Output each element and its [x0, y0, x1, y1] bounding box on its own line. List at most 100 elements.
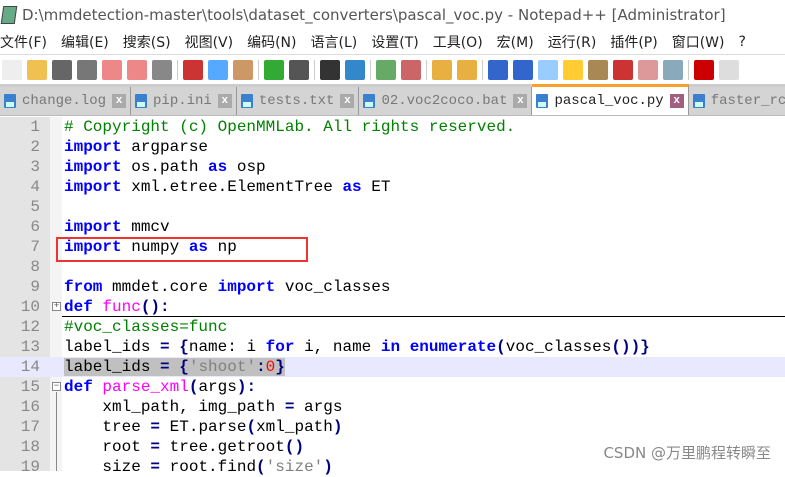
line-number: 9 [30, 278, 40, 296]
fold-collapse-icon[interactable]: − [52, 382, 61, 391]
tab-change-log[interactable]: change.log x [0, 87, 132, 115]
fold-expand-icon[interactable]: + [52, 302, 61, 311]
line-number: 12 [20, 318, 40, 336]
menu-item[interactable]: 视图(V) [185, 32, 234, 52]
save-disk-icon [536, 94, 549, 108]
toolbar-button-icon[interactable] [127, 59, 147, 80]
tab-pascal-voc-py[interactable]: pascal_voc.py x [532, 84, 689, 115]
line-number: 3 [30, 158, 40, 176]
close-tab-icon[interactable]: x [669, 94, 684, 108]
menu-item[interactable]: 设置(T) [371, 32, 418, 52]
code-line: 16 xml_path, img_path = args [0, 397, 785, 417]
toolbar-button-icon[interactable] [488, 59, 508, 80]
toolbar-button-icon[interactable] [183, 59, 203, 80]
code-text: from mmdet.core import voc_classes [64, 278, 391, 296]
toolbar-button-icon[interactable] [613, 59, 633, 80]
toolbar-button-icon[interactable] [513, 59, 533, 80]
tab-tests-txt[interactable]: tests.txt x [236, 87, 360, 115]
toolbar-separator [258, 59, 259, 80]
code-text: size = root.find('size') [64, 458, 333, 476]
save-disk-icon [363, 94, 376, 108]
toolbar-button-icon[interactable] [27, 59, 47, 80]
tab-label: 02.voc2coco.bat [381, 93, 508, 109]
toolbar-button-icon[interactable] [345, 59, 365, 80]
fold-line [56, 392, 57, 471]
toolbar-button-icon[interactable] [208, 59, 228, 80]
menu-item[interactable]: 语言(L) [311, 32, 358, 52]
annotation-highlight-box [56, 237, 308, 262]
toolbar-button-icon[interactable] [719, 59, 739, 80]
menu-item[interactable]: ? [739, 34, 746, 50]
close-tab-icon[interactable]: x [112, 94, 127, 108]
code-line: 17 tree = ET.parse(xml_path) [0, 417, 785, 437]
menu-item[interactable]: 文件(F) [0, 32, 47, 52]
toolbar-button-icon[interactable] [289, 59, 309, 80]
code-line: 2 import argparse [0, 137, 785, 157]
toolbar-button-icon[interactable] [233, 59, 253, 80]
toolbar-button-icon[interactable] [102, 59, 122, 80]
line-number: 5 [30, 198, 40, 216]
window-title: D:\mmdetection-master\tools\dataset_conv… [22, 6, 726, 24]
code-line: 15 def parse_xml(args): [0, 377, 785, 397]
code-text: # Copyright (c) OpenMMLab. All rights re… [64, 118, 516, 136]
close-tab-icon[interactable]: x [217, 94, 232, 108]
toolbar-button-icon[interactable] [538, 59, 558, 80]
toolbar-button-icon[interactable] [432, 59, 452, 80]
watermark: CSDN @万里鹏程转瞬至 [603, 444, 771, 462]
close-tab-icon[interactable]: x [513, 94, 528, 108]
toolbar-button-icon[interactable] [663, 59, 683, 80]
toolbar-button-icon[interactable] [376, 59, 396, 80]
menu-item[interactable]: 窗口(W) [672, 32, 725, 52]
tab-label: pascal_voc.py [554, 93, 664, 109]
line-number: 7 [30, 238, 40, 256]
code-line: 13 label_ids = {name: i for i, name in en… [0, 337, 785, 357]
code-text: import argparse [64, 138, 209, 156]
menu-item[interactable]: 工具(O) [433, 32, 483, 52]
line-number: 4 [30, 178, 40, 196]
menu-item[interactable]: 搜索(S) [123, 32, 171, 52]
toolbar-button-icon[interactable] [2, 59, 22, 80]
toolbar-separator [688, 59, 689, 80]
toolbar-button-icon[interactable] [694, 59, 714, 80]
line-number: 8 [30, 258, 40, 276]
code-text: root = tree.getroot() [64, 438, 305, 456]
tab-label: faster_rcnn [710, 93, 785, 109]
tab-02-voc2coco-bat[interactable]: 02.voc2coco.bat x [359, 87, 533, 115]
toolbar-button-icon[interactable] [401, 59, 421, 80]
code-line: 3 import os.path as osp [0, 157, 785, 177]
toolbar-button-icon[interactable] [52, 59, 72, 80]
code-text: import mmcv [64, 218, 170, 236]
menu-item[interactable]: 编码(N) [247, 32, 296, 52]
toolbar-button-icon[interactable] [457, 59, 477, 80]
tab-faster-rcnn[interactable]: faster_rcnn [688, 87, 785, 115]
line-number: 16 [20, 398, 40, 416]
code-text: import os.path as osp [64, 158, 266, 176]
code-line: 4 import xml.etree.ElementTree as ET [0, 177, 785, 197]
line-number: 15 [20, 378, 40, 396]
notepadpp-icon [0, 6, 18, 24]
toolbar-button-icon[interactable] [152, 59, 172, 80]
code-text: xml_path, img_path = args [64, 398, 343, 416]
close-tab-icon[interactable]: x [340, 94, 355, 108]
line-number: 14 [20, 358, 40, 376]
code-editor[interactable]: 1 # Copyright (c) OpenMMLab. All rights r… [0, 117, 785, 476]
tab-pip-ini[interactable]: pip.ini x [131, 87, 237, 115]
toolbar-button-icon[interactable] [638, 59, 658, 80]
toolbar-button-icon[interactable] [320, 59, 340, 80]
save-disk-icon [240, 94, 253, 108]
toolbar-separator [177, 59, 178, 80]
tab-label: change.log [22, 93, 107, 109]
toolbar-button-icon[interactable] [77, 59, 97, 80]
menu-item[interactable]: 编辑(E) [61, 32, 109, 52]
toolbar-button-icon[interactable] [563, 59, 583, 80]
code-text: label_ids = {'shoot':0} [64, 358, 285, 376]
toolbar-separator [426, 59, 427, 80]
menu-item[interactable]: 插件(P) [610, 32, 657, 52]
menu-item[interactable]: 宏(M) [497, 32, 534, 52]
code-line: 9 from mmdet.core import voc_classes [0, 277, 785, 297]
line-number: 6 [30, 218, 40, 236]
toolbar-button-icon[interactable] [588, 59, 608, 80]
line-number: 13 [20, 338, 40, 356]
menu-item[interactable]: 运行(R) [548, 32, 597, 52]
toolbar-button-icon[interactable] [264, 59, 284, 80]
